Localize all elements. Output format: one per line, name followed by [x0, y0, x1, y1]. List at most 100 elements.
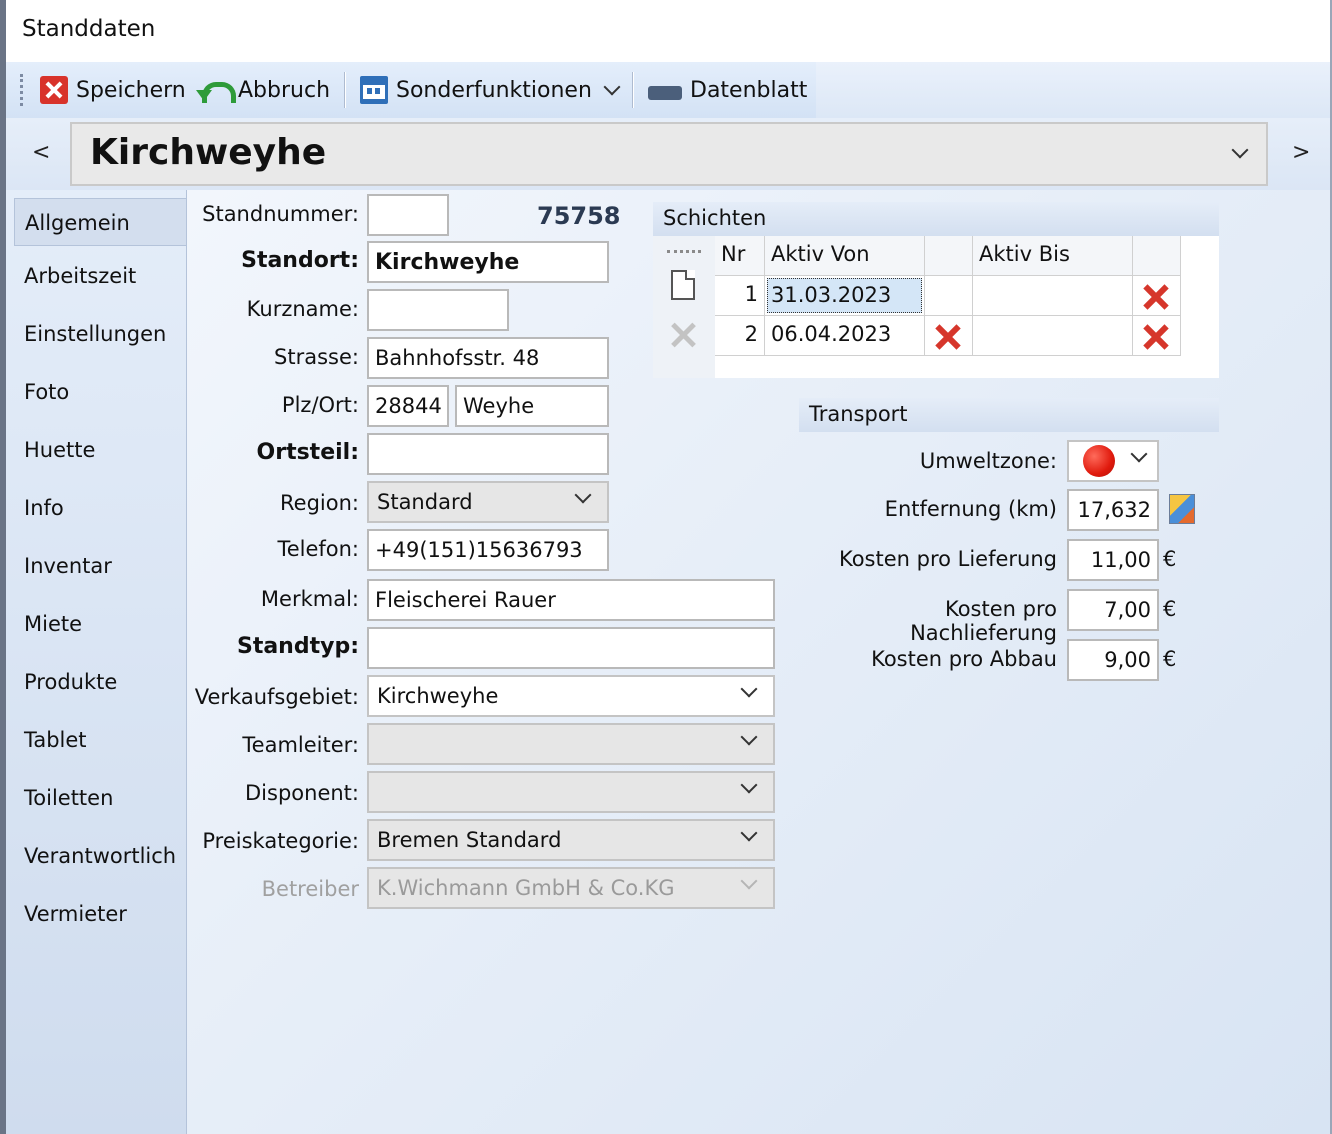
standtyp-label: Standtyp: — [236, 634, 359, 659]
special-functions-label: Sonderfunktionen — [396, 77, 592, 103]
record-select[interactable]: Kirchweyhe — [70, 122, 1268, 186]
standtyp-field[interactable] — [367, 627, 775, 669]
schichten-grid: Nr Aktiv Von Aktiv Bis 1 31.03.2023 2 06… — [653, 236, 1219, 378]
region-select[interactable]: Standard — [367, 481, 609, 523]
record-navigator: < Kirchweyhe > — [6, 118, 1330, 190]
delete-icon[interactable] — [1143, 324, 1169, 350]
column-header-aktiv-von[interactable]: Aktiv Von — [765, 236, 925, 276]
column-header-aktiv-bis[interactable]: Aktiv Bis — [973, 236, 1133, 276]
region-value: Standard — [377, 490, 473, 514]
standort-field[interactable]: Kirchweyhe — [367, 241, 609, 283]
strasse-label: Strasse: — [274, 345, 359, 369]
undo-icon — [196, 76, 236, 104]
window-title: Standdaten — [22, 16, 156, 42]
disponent-label: Disponent: — [245, 781, 359, 805]
standnummer-label: Standnummer: — [202, 202, 359, 226]
strasse-field[interactable]: Bahnhofsstr. 48 — [367, 337, 609, 379]
cell-delete-von[interactable] — [925, 316, 973, 356]
umweltzone-label: Umweltzone: — [919, 449, 1057, 473]
sidebar-item-toiletten[interactable]: Toiletten — [24, 786, 113, 810]
grid-selector-handle[interactable] — [667, 250, 701, 253]
sidebar-item-allgemein[interactable]: Allgemein — [14, 198, 186, 246]
datasheet-button[interactable]: Datenblatt — [648, 72, 807, 108]
sidebar-item-verantwortlich[interactable]: Verantwortlich — [24, 844, 176, 868]
kosten-nachlieferung-field[interactable]: 7,00 — [1067, 589, 1159, 631]
entfernung-label: Entfernung (km) — [884, 497, 1057, 521]
cell-blank — [925, 276, 973, 316]
save-icon — [40, 76, 68, 104]
cell-aktiv-von[interactable]: 06.04.2023 — [765, 316, 925, 356]
sidebar-item-einstellungen[interactable]: Einstellungen — [24, 322, 166, 346]
sidebar-item-inventar[interactable]: Inventar — [24, 554, 112, 578]
cell-aktiv-von[interactable]: 31.03.2023 — [765, 276, 925, 316]
sidebar-item-vermieter[interactable]: Vermieter — [24, 902, 127, 926]
ortsteil-field[interactable] — [367, 433, 609, 475]
sidebar: Allgemein Arbeitszeit Einstellungen Foto… — [6, 190, 186, 1134]
map-icon[interactable] — [1169, 494, 1195, 524]
standort-label: Standort: — [241, 248, 359, 273]
new-row-icon[interactable] — [671, 270, 695, 300]
sidebar-item-miete[interactable]: Miete — [24, 612, 82, 636]
title-bar: Standdaten — [6, 0, 1330, 62]
column-header-blank — [925, 236, 973, 276]
standnummer-field[interactable] — [367, 194, 449, 236]
ort-field[interactable]: Weyhe — [455, 385, 609, 427]
cancel-button[interactable]: Abbruch — [196, 72, 330, 108]
betreiber-value: K.Wichmann GmbH & Co.KG — [377, 876, 675, 900]
store-icon — [360, 76, 388, 104]
teamleiter-select[interactable] — [367, 723, 775, 765]
cell-nr: 2 — [715, 316, 765, 356]
toolbar-background — [816, 62, 1330, 118]
disponent-select[interactable] — [367, 771, 775, 813]
chevron-down-icon — [1231, 141, 1249, 159]
column-header-blank — [1133, 236, 1181, 276]
cell-delete-bis[interactable] — [1133, 276, 1181, 316]
chevron-down-icon — [1130, 445, 1148, 463]
plz-field[interactable]: 28844 — [367, 385, 449, 427]
region-label: Region: — [280, 491, 359, 515]
ortsteil-label: Ortsteil: — [256, 440, 359, 465]
chevron-down-icon — [740, 824, 758, 842]
preiskategorie-select[interactable]: Bremen Standard — [367, 819, 775, 861]
toolbar-grip[interactable] — [20, 74, 24, 106]
telefon-field[interactable]: +49(151)15636793 — [367, 529, 609, 571]
entfernung-field[interactable]: 17,632 — [1067, 489, 1159, 531]
sidebar-item-arbeitszeit[interactable]: Arbeitszeit — [24, 264, 136, 288]
toolbar-separator — [632, 72, 634, 108]
delete-row-icon[interactable] — [671, 322, 697, 348]
cell-aktiv-bis[interactable] — [973, 316, 1133, 356]
kosten-nachlieferung-label: Kosten pro Nachlieferung — [910, 597, 1057, 645]
kosten-lieferung-field[interactable]: 11,00 — [1067, 539, 1159, 581]
stand-number: 75758 — [537, 202, 621, 230]
column-header-nr[interactable]: Nr — [715, 236, 765, 276]
kosten-abbau-field[interactable]: 9,00 — [1067, 639, 1159, 681]
next-record-button[interactable]: > — [1292, 140, 1310, 165]
verkaufsgebiet-select[interactable]: Kirchweyhe — [367, 675, 775, 717]
preiskategorie-value: Bremen Standard — [377, 828, 562, 852]
cell-aktiv-bis[interactable] — [973, 276, 1133, 316]
cell-delete-bis[interactable] — [1133, 316, 1181, 356]
currency-symbol: € — [1163, 647, 1177, 671]
special-functions-button[interactable]: Sonderfunktionen — [360, 72, 621, 108]
previous-record-button[interactable]: < — [32, 140, 50, 165]
chevron-down-icon — [574, 486, 592, 504]
delete-icon[interactable] — [935, 324, 961, 350]
printer-icon — [648, 76, 682, 108]
delete-icon[interactable] — [1143, 284, 1169, 310]
general-tab-content: Standnummer: 75758 Standort: Kirchweyhe … — [186, 190, 1330, 1134]
telefon-label: Telefon: — [277, 537, 359, 561]
save-label: Speichern — [76, 77, 186, 103]
sidebar-item-info[interactable]: Info — [24, 496, 64, 520]
verkaufsgebiet-label: Verkaufsgebiet: — [194, 685, 359, 709]
sidebar-item-tablet[interactable]: Tablet — [24, 728, 87, 752]
sidebar-item-huette[interactable]: Huette — [24, 438, 95, 462]
kurzname-field[interactable] — [367, 289, 509, 331]
cancel-label: Abbruch — [238, 77, 331, 103]
umweltzone-select[interactable] — [1067, 440, 1159, 482]
sidebar-item-foto[interactable]: Foto — [24, 380, 69, 404]
sidebar-item-produkte[interactable]: Produkte — [24, 670, 117, 694]
environmental-zone-red-icon — [1083, 445, 1115, 477]
save-button[interactable]: Speichern — [40, 72, 186, 108]
plz-ort-label: Plz/Ort: — [281, 393, 359, 417]
merkmal-field[interactable]: Fleischerei Rauer — [367, 579, 775, 621]
